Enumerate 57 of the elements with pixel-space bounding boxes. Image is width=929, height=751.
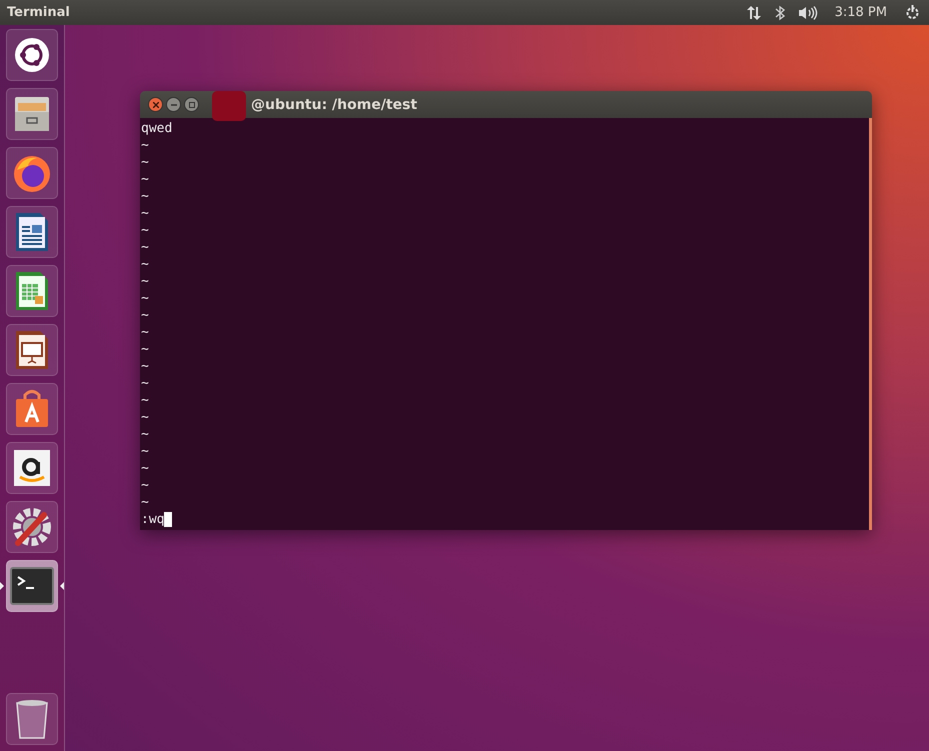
editor-line: ~ (141, 222, 149, 239)
clock[interactable]: 3:18 PM (834, 5, 887, 20)
launcher-item[interactable] (6, 442, 58, 494)
trash-button[interactable] (6, 693, 58, 745)
editor-line: ~ (141, 460, 149, 477)
launcher-item[interactable] (6, 265, 58, 317)
window-title: @ubuntu: /home/test (251, 96, 418, 112)
launcher-item[interactable] (6, 29, 58, 81)
letter-a-smile-icon (12, 448, 52, 488)
power-gear-icon[interactable] (904, 4, 921, 21)
editor-line: ~ (141, 375, 149, 392)
editor-line: qwed (141, 120, 172, 137)
minimize-icon (170, 104, 176, 106)
launcher-item[interactable] (6, 501, 58, 553)
command-line: :wq (141, 511, 164, 528)
close-icon (152, 102, 158, 108)
editor-line: ~ (141, 171, 149, 188)
editor-line: ~ (141, 188, 149, 205)
launcher-item[interactable] (6, 383, 58, 435)
editor-line: ~ (141, 137, 149, 154)
editor-line: ~ (141, 426, 149, 443)
editor-line: ~ (141, 324, 149, 341)
text-document-icon (13, 211, 51, 253)
editor-line: ~ (141, 154, 149, 171)
bluetooth-icon[interactable] (774, 4, 785, 20)
volume-icon[interactable] (798, 4, 818, 20)
running-indicator-icon (0, 582, 4, 590)
spreadsheet-icon (13, 270, 51, 312)
gear-wrench-icon (10, 505, 54, 549)
editor-line: ~ (141, 358, 149, 375)
editor-line: ~ (141, 409, 149, 426)
editor-line: ~ (141, 239, 149, 256)
network-arrows-icon[interactable] (746, 4, 762, 20)
trash-bin-icon (14, 698, 50, 740)
app-title: Terminal (7, 5, 70, 20)
filing-cabinet-icon (12, 94, 52, 134)
terminal-icon (10, 567, 54, 605)
close-button[interactable] (148, 97, 163, 112)
maximize-icon (188, 102, 194, 108)
editor-line: ~ (141, 392, 149, 409)
editor-line: ~ (141, 443, 149, 460)
launcher-item[interactable] (6, 324, 58, 376)
presentation-icon (13, 329, 51, 371)
launcher-item[interactable] (6, 560, 58, 612)
maximize-button[interactable] (184, 97, 199, 112)
editor-line: ~ (141, 273, 149, 290)
editor-line: ~ (141, 290, 149, 307)
editor-line: ~ (141, 256, 149, 273)
editor-line: ~ (141, 341, 149, 358)
editor-line: ~ (141, 205, 149, 222)
editor-line: ~ (141, 477, 149, 494)
editor-line: ~ (141, 494, 149, 511)
launcher-item[interactable] (6, 206, 58, 258)
minimize-button[interactable] (166, 97, 181, 112)
editor-line: ~ (141, 307, 149, 324)
launcher-item[interactable] (6, 88, 58, 140)
text-cursor (164, 512, 172, 527)
